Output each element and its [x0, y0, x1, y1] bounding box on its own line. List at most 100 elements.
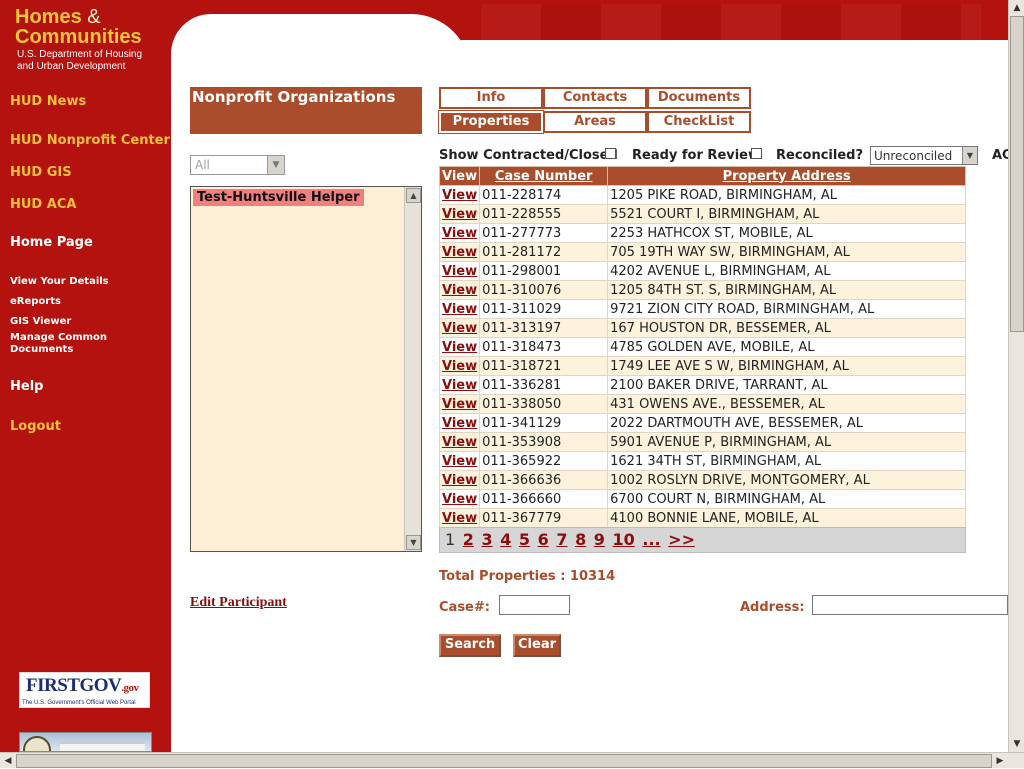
page-link[interactable]: 4 [500, 530, 511, 549]
nonprofit-list[interactable]: Test-Huntsville Helper ▲ ▼ [190, 186, 422, 552]
nav-view-your-details[interactable]: View Your Details [10, 276, 109, 288]
view-link[interactable]: View [442, 283, 477, 298]
tab-contacts[interactable]: Contacts [543, 87, 647, 109]
tab-areas[interactable]: Areas [543, 111, 647, 133]
page-link[interactable]: 10 [613, 530, 635, 549]
page-link[interactable]: 9 [594, 530, 605, 549]
view-link[interactable]: View [442, 511, 477, 526]
column-header-case-number[interactable]: Case Number [479, 166, 609, 186]
scroll-up-icon[interactable]: ▲ [406, 188, 421, 203]
case-number-cell: 011-336281 [479, 375, 609, 395]
chevron-down-icon[interactable]: ▼ [267, 156, 284, 174]
table-row: View 011-367779 4100 BONNIE LANE, MOBILE, … [438, 508, 966, 528]
scroll-down-icon[interactable]: ▼ [1009, 736, 1024, 752]
scroll-down-icon[interactable]: ▼ [406, 535, 421, 550]
address-input[interactable] [812, 595, 1008, 615]
nav-hud-gis[interactable]: HUD GIS [10, 165, 72, 180]
tab-documents[interactable]: Documents [647, 87, 751, 109]
view-link[interactable]: View [442, 454, 477, 469]
scroll-up-icon[interactable]: ▲ [1009, 0, 1024, 16]
view-link[interactable]: View [442, 188, 477, 203]
view-link[interactable]: View [442, 473, 477, 488]
edit-participant-link[interactable]: Edit Participant [190, 595, 287, 611]
nav-logout[interactable]: Logout [10, 419, 61, 434]
case-number-cell: 011-367779 [479, 508, 609, 528]
horizontal-scrollbar[interactable]: ◀ ▶ [0, 752, 1024, 768]
property-address-cell: 1205 PIKE ROAD, BIRMINGHAM, AL [607, 185, 966, 205]
nav-hud-aca[interactable]: HUD ACA [10, 197, 76, 212]
table-row: View 011-353908 5901 AVENUE P, BIRMINGHAM,… [438, 432, 966, 452]
homes-communities-logo[interactable]: Homes & Communities U.S. Department of H… [15, 7, 142, 73]
nav-help[interactable]: Help [10, 379, 43, 394]
search-button[interactable]: Search [439, 634, 501, 657]
view-link[interactable]: View [442, 226, 477, 241]
table-row: View 011-281172 705 19TH WAY SW, BIRMINGHA… [438, 242, 966, 262]
nonprofit-list-scrollbar[interactable]: ▲ ▼ [404, 187, 421, 551]
view-link[interactable]: View [442, 397, 477, 412]
case-number-cell: 011-228555 [479, 204, 609, 224]
view-link[interactable]: View [442, 207, 477, 222]
property-address-cell: 4202 AVENUE L, BIRMINGHAM, AL [607, 261, 966, 281]
show-contracted-checkbox[interactable] [605, 148, 616, 159]
page-link[interactable]: 3 [481, 530, 492, 549]
view-link[interactable]: View [442, 416, 477, 431]
view-link[interactable]: View [442, 302, 477, 317]
vertical-scroll-thumb[interactable] [1010, 16, 1024, 332]
nonprofit-filter-select[interactable]: All ▼ [190, 155, 285, 175]
page-link[interactable]: >> [668, 530, 695, 549]
nonprofit-header: Nonprofit Organizations [190, 87, 422, 134]
scroll-right-icon[interactable]: ▶ [992, 753, 1008, 769]
seal-icon [23, 736, 51, 751]
page-link[interactable]: ... [642, 530, 660, 549]
ready-for-review-checkbox[interactable] [751, 148, 762, 159]
view-link[interactable]: View [442, 245, 477, 260]
scroll-left-icon[interactable]: ◀ [0, 753, 16, 769]
page-link[interactable]: 7 [556, 530, 567, 549]
firstgov-main: FIRSTGOV [26, 675, 122, 696]
sort-property-address-link[interactable]: Property Address [723, 169, 851, 184]
clear-button[interactable]: Clear [513, 634, 561, 657]
view-link[interactable]: View [442, 321, 477, 336]
nav-manage-common-documents[interactable]: Manage Common Documents [10, 332, 107, 356]
view-link[interactable]: View [442, 359, 477, 374]
property-address-cell: 5901 AVENUE P, BIRMINGHAM, AL [607, 432, 966, 452]
nav-ereports[interactable]: eReports [10, 296, 61, 308]
view-cell: View [438, 223, 481, 243]
view-link[interactable]: View [442, 378, 477, 393]
page-link[interactable]: 6 [538, 530, 549, 549]
nav-hud-news[interactable]: HUD News [10, 94, 86, 109]
nav-manage-common-line1: Manage Common [10, 332, 108, 343]
reconciled-select[interactable]: Unreconciled ▼ [870, 146, 978, 165]
whitehouse-banner[interactable] [19, 732, 152, 752]
sort-case-number-link[interactable]: Case Number [495, 169, 593, 184]
tab-checklist[interactable]: CheckList [647, 111, 751, 133]
page-link[interactable]: 8 [575, 530, 586, 549]
view-link[interactable]: View [442, 340, 477, 355]
page-link[interactable]: 2 [463, 530, 474, 549]
tab-info[interactable]: Info [439, 87, 543, 109]
nav-gis-viewer[interactable]: GIS Viewer [10, 316, 71, 328]
view-cell: View [438, 432, 481, 452]
tab-properties[interactable]: Properties [438, 110, 544, 134]
firstgov-banner[interactable]: FIRSTGOV.gov The U.S. Government's Offic… [19, 672, 150, 708]
left-sidebar: Homes & Communities U.S. Department of H… [0, 0, 171, 752]
property-address-cell: 4100 BONNIE LANE, MOBILE, AL [607, 508, 966, 528]
horizontal-scroll-thumb[interactable] [16, 754, 992, 768]
nav-hud-nonprofit-center[interactable]: HUD Nonprofit Center [10, 133, 170, 148]
case-number-cell: 011-310076 [479, 280, 609, 300]
view-link[interactable]: View [442, 492, 477, 507]
table-row: View 011-338050 431 OWENS AVE., BESSEMER, … [438, 394, 966, 414]
page-link[interactable]: 5 [519, 530, 530, 549]
vertical-scrollbar[interactable]: ▲ ▼ [1008, 0, 1024, 752]
nonprofit-list-item[interactable]: Test-Huntsville Helper [193, 189, 364, 206]
column-header-property-address[interactable]: Property Address [607, 166, 966, 186]
view-link[interactable]: View [442, 435, 477, 450]
table-row: View 011-310076 1205 84TH ST. S, BIRMINGHA… [438, 280, 966, 300]
view-link[interactable]: View [442, 264, 477, 279]
chevron-down-icon[interactable]: ▼ [962, 147, 977, 164]
nav-home-page[interactable]: Home Page [10, 235, 93, 250]
case-number-input[interactable] [499, 595, 570, 615]
case-number-cell: 011-366636 [479, 470, 609, 490]
header-white [461, 40, 1008, 50]
nonprofit-title: Nonprofit Organizations [192, 88, 396, 106]
